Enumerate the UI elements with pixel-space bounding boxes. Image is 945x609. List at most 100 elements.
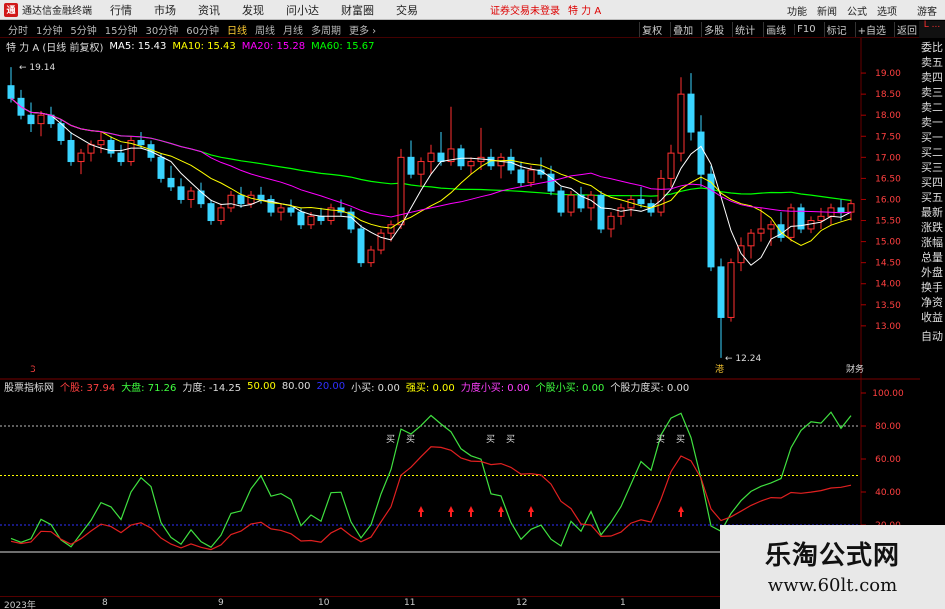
side-panel-item[interactable]: 涨幅 (920, 235, 945, 250)
candlesticks: ← 19.14 ← 12.24 3 港 财务 (7, 63, 864, 375)
price-tick-label: 14.50 (875, 259, 901, 269)
candle-body (747, 232, 755, 247)
candle-body (717, 266, 725, 318)
side-panel-item[interactable]: 净资 (920, 295, 945, 310)
buy-signal-label: 买 (406, 434, 415, 445)
ma60-value: MA60: 15.67 (311, 40, 375, 52)
tab-60min[interactable]: 60分钟 (186, 22, 219, 37)
chart-toolbar: 复权 叠加 多股 统计 画线 F10 标记 +自选 返回 (633, 21, 919, 38)
tab-daily[interactable]: 日线 (227, 22, 247, 37)
side-panel-item[interactable]: 委比 (920, 40, 945, 55)
ma20-value: MA20: 15.28 (241, 40, 306, 52)
indicator-legend-item: 80.00 (281, 380, 311, 392)
side-panel-item[interactable]: 卖三 (920, 85, 945, 100)
indicator-legend-item: 力度: -14.25 (182, 382, 242, 394)
high-price-label: ← 19.14 (19, 63, 55, 73)
tab-weekly[interactable]: 周线 (255, 22, 275, 37)
candle-body (77, 152, 85, 163)
side-panel-item[interactable]: 卖二 (920, 100, 945, 115)
menu-quotes[interactable]: 行情 (110, 2, 132, 18)
watermark-url: www.60lt.com (767, 575, 898, 596)
candle-body (7, 85, 15, 99)
menu-news[interactable]: 资讯 (198, 2, 220, 18)
overlay-button[interactable]: 叠加 (670, 22, 695, 37)
top-right-menu: 功能 新闻 公式 选项 游客 (787, 0, 945, 20)
side-panel-item[interactable]: 卖四 (920, 70, 945, 85)
tab-15min[interactable]: 15分钟 (105, 22, 138, 37)
restore-right-button[interactable]: 复权 (639, 22, 664, 37)
candle-body (227, 194, 235, 209)
buy-arrow-icon (498, 506, 504, 517)
price-tick-label: 16.50 (875, 174, 901, 184)
menu-function[interactable]: 功能 (787, 3, 807, 18)
candle-body (637, 198, 645, 205)
login-notice[interactable]: 证券交易未登录 (490, 2, 560, 17)
kline-chart[interactable]: ← 19.14← 12.243 港财务 19.0018.5018.0017.501… (0, 38, 920, 596)
tab-1min[interactable]: 1分钟 (36, 22, 62, 37)
date-label: 8 (102, 598, 108, 608)
indicator-legend-item: 大盘: 71.26 (121, 382, 177, 394)
tab-5min[interactable]: 5分钟 (70, 22, 96, 37)
tab-intraday[interactable]: 分时 (8, 22, 28, 37)
candle-body (37, 114, 45, 125)
low-price-label: ← 12.24 (725, 354, 761, 364)
side-panel-item[interactable]: 买一 (920, 130, 945, 145)
price-tick-label: 13.00 (875, 322, 901, 332)
draw-line-button[interactable]: 画线 (763, 22, 788, 37)
corner-l-indicator[interactable]: L ... (919, 21, 945, 38)
guest-label[interactable]: 游客 (917, 3, 937, 18)
side-panel-item[interactable]: 买三 (920, 160, 945, 175)
date-label: 11 (404, 598, 416, 608)
side-panel-item[interactable]: 换手 (920, 280, 945, 295)
candle-body (787, 207, 795, 238)
menu-formula[interactable]: 公式 (847, 3, 867, 18)
price-tick-label: 17.00 (875, 153, 901, 163)
menu-news-right[interactable]: 新闻 (817, 3, 837, 18)
indicator-name[interactable]: 股票指标网 (4, 379, 54, 394)
side-panel-item[interactable]: 收益 (920, 310, 945, 325)
side-panel-item[interactable]: 买二 (920, 145, 945, 160)
menu-ask[interactable]: 问小达 (286, 2, 319, 18)
tab-more[interactable]: 更多 › (349, 22, 376, 37)
side-panel-item[interactable]: 外盘 (920, 265, 945, 280)
back-button[interactable]: 返回 (894, 22, 919, 37)
price-tick-label: 13.50 (875, 301, 901, 311)
buy-signal-label: 买 (656, 434, 665, 445)
candle-body (157, 156, 165, 179)
period-tab-bar: 分时 1分钟 5分钟 15分钟 30分钟 60分钟 日线 周线 月线 多周期 更… (0, 21, 945, 38)
candle-body (97, 139, 105, 146)
side-panel-item[interactable]: 卖一 (920, 115, 945, 130)
menu-market[interactable]: 市场 (154, 2, 176, 18)
side-panel-item[interactable]: 卖五 (920, 55, 945, 70)
tab-30min[interactable]: 30分钟 (145, 22, 178, 37)
mark-button[interactable]: 标记 (823, 22, 849, 37)
side-panel-item[interactable]: 总量 (920, 250, 945, 265)
candle-body (297, 211, 305, 226)
add-watchlist-button[interactable]: +自选 (854, 22, 888, 37)
menu-options[interactable]: 选项 (877, 3, 897, 18)
candle-body (317, 215, 325, 222)
menu-wealth[interactable]: 财富圈 (341, 2, 374, 18)
side-panel-item[interactable]: 买五 (920, 190, 945, 205)
indicator-legend: 股票指标网 个股: 37.94 大盘: 71.26 力度: -14.25 50.00 8… (0, 379, 695, 394)
price-axis: 19.00 18.50 18.00 17.50 17.00 16.50 16.00 15.50… (875, 69, 901, 332)
buy-arrow-icon (468, 506, 474, 517)
menu-trade[interactable]: 交易 (396, 2, 418, 18)
side-panel-item[interactable]: 涨跌 (920, 220, 945, 235)
statistics-button[interactable]: 统计 (732, 22, 757, 37)
tab-monthly[interactable]: 月线 (283, 22, 303, 37)
side-panel-auto[interactable]: 自动 (920, 329, 945, 344)
menu-discover[interactable]: 发现 (242, 2, 264, 18)
tab-multi-period[interactable]: 多周期 (311, 22, 341, 37)
side-panel-item[interactable]: 最新 (920, 205, 945, 220)
price-tick-label: 14.00 (875, 280, 901, 290)
side-panel-item[interactable]: 买四 (920, 175, 945, 190)
multi-stock-button[interactable]: 多股 (701, 22, 726, 37)
f10-button[interactable]: F10 (794, 24, 817, 35)
candle-body (307, 215, 315, 226)
order-book-side-panel: 委比 卖五 卖四 卖三 卖二 卖一 买一 买二 买三 买四 买五 最新 涨跌 涨幅 总量 外盘 换手 净资 收益自动 (920, 40, 945, 580)
date-label: 10 (318, 598, 330, 608)
indicator-legend-item: 个股: 37.94 (60, 382, 116, 394)
price-tick-label: 16.00 (875, 195, 901, 205)
app-logo-icon: 通 (4, 2, 18, 17)
